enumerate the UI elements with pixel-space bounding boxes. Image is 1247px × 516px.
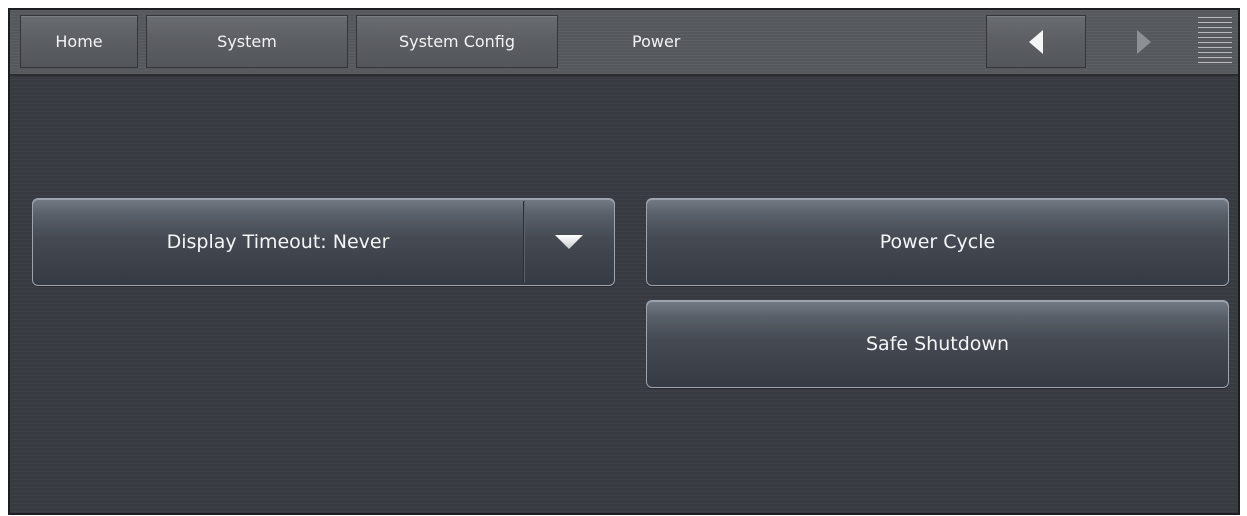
breadcrumb-system-config-label: System Config: [398, 32, 516, 51]
back-button[interactable]: [986, 15, 1086, 68]
forward-button[interactable]: [1094, 15, 1194, 68]
breadcrumb-system-button[interactable]: System: [146, 15, 348, 68]
menu-lines-icon[interactable]: [1198, 17, 1232, 67]
chevron-down-icon: [555, 235, 583, 249]
triangle-right-icon: [1137, 29, 1151, 54]
breadcrumb-system-config-button[interactable]: System Config: [356, 15, 558, 68]
dropdown-arrow-button[interactable]: [524, 199, 614, 285]
display-timeout-dropdown[interactable]: Display Timeout: Never: [32, 198, 615, 286]
safe-shutdown-label: Safe Shutdown: [866, 333, 1009, 355]
safe-shutdown-button[interactable]: Safe Shutdown: [646, 300, 1229, 388]
app-window: Home System System Config Power Display …: [8, 8, 1240, 515]
display-timeout-label: Display Timeout: Never: [166, 231, 390, 253]
main-content: Display Timeout: Never Power Cycle Safe …: [10, 76, 1238, 513]
breadcrumb-home-button[interactable]: Home: [20, 15, 138, 68]
top-navigation-bar: Home System System Config Power: [10, 10, 1238, 76]
breadcrumb-home-label: Home: [55, 32, 103, 51]
page-title: Power: [632, 15, 832, 68]
page-title-label: Power: [632, 32, 681, 51]
power-cycle-label: Power Cycle: [879, 231, 996, 253]
triangle-left-icon: [1029, 29, 1043, 54]
breadcrumb-system-label: System: [217, 32, 277, 51]
power-cycle-button[interactable]: Power Cycle: [646, 198, 1229, 286]
